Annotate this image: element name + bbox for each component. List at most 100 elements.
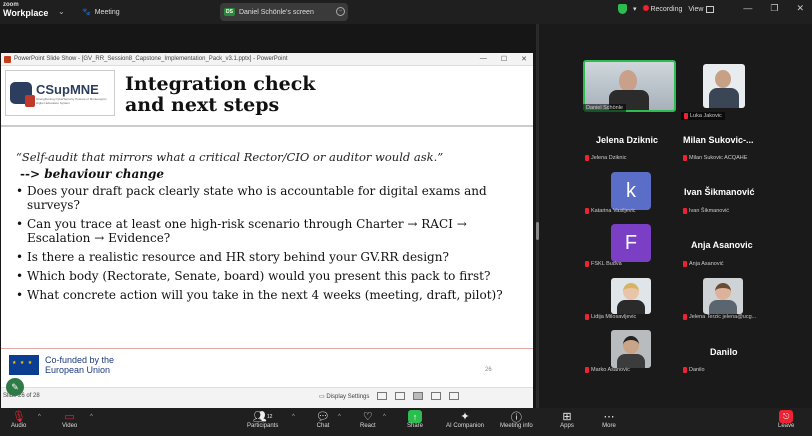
eu-line2: European Union: [45, 365, 111, 375]
slideshow-view-icon[interactable]: [431, 392, 442, 400]
mic-muted-icon: [585, 314, 589, 320]
participant-avatar[interactable]: k: [611, 172, 651, 210]
fit-slide-icon[interactable]: [449, 392, 460, 400]
pp-close-icon[interactable]: ✕: [521, 55, 527, 63]
participant-name: Luka Jakovic: [681, 112, 725, 120]
share-button[interactable]: ↑ Share: [407, 410, 423, 429]
pp-minimize-icon[interactable]: —: [480, 55, 487, 63]
person-body: [709, 300, 737, 314]
participant-name: Lidija Milosavljevic: [585, 314, 636, 320]
powerpoint-window: PowerPoint Slide Show - [GV_RR_Session8_…: [1, 53, 533, 408]
participant-name: Ivan Šikmanović: [683, 208, 729, 214]
tab-meeting[interactable]: 🐾 Meeting: [82, 5, 120, 19]
leave-label: Leave: [778, 423, 795, 429]
chevron-up-icon[interactable]: ^: [38, 414, 41, 420]
chat-button[interactable]: 💬︎ Chat: [316, 410, 330, 429]
react-label: React: [360, 423, 376, 429]
meeting-info-label: Meeting info: [500, 423, 533, 429]
sparkle-icon: ✦: [460, 411, 470, 423]
slide-title-line1: Integration check: [125, 73, 316, 95]
person-head: [623, 336, 639, 354]
mic-muted-icon: [585, 367, 589, 373]
recording-indicator[interactable]: Recording: [642, 5, 682, 13]
bullet-item: What concrete action will you take in th…: [16, 288, 521, 302]
normal-view-icon[interactable]: [377, 392, 388, 400]
share-screen-icon: ↑: [408, 410, 422, 423]
audio-button[interactable]: 🎙︎ Audio: [11, 410, 26, 429]
display-settings-label: Display Settings: [326, 393, 370, 400]
info-icon: ⓘ: [510, 411, 522, 424]
slide: CSupMNE Strengthening CyberSecurity Post…: [1, 66, 533, 387]
leave-button[interactable]: ⎋ Leave: [778, 410, 794, 429]
chevron-up-icon[interactable]: ^: [90, 414, 93, 420]
react-button[interactable]: ♡ React: [360, 410, 376, 429]
pen-icon[interactable]: ✎: [6, 378, 24, 396]
eu-cofunded-logo: Co-funded by the European Union: [9, 355, 114, 375]
participant-name-text: FSKL Budva: [591, 261, 622, 267]
participant-photo[interactable]: [703, 278, 743, 314]
tab-meeting-label: Meeting: [94, 8, 120, 16]
maximize-icon[interactable]: ❐: [770, 3, 778, 14]
reading-view-icon[interactable]: [413, 392, 424, 400]
paw-icon: 🐾: [82, 9, 91, 16]
lock-icon: [10, 82, 35, 107]
participant-name: Jelena Dziknic: [585, 155, 626, 161]
footer-divider: [1, 348, 533, 349]
minimize-icon[interactable]: —: [743, 3, 752, 14]
apps-label: Apps: [560, 423, 574, 429]
tab-shared-screen[interactable]: DS Daniel Schönle's screen −: [220, 3, 348, 21]
mic-muted-icon: [683, 208, 687, 214]
participants-count-icon: ▾: [633, 6, 637, 13]
participant-photo[interactable]: [611, 278, 651, 314]
participant-gallery: Daniel Schönle Luka Jakovic Jelena Dzikn…: [539, 24, 812, 408]
chevron-down-icon[interactable]: ⌄: [58, 7, 65, 16]
participant-tile[interactable]: Daniel Schönle: [583, 60, 683, 112]
participant-photo[interactable]: [611, 330, 651, 368]
top-bar: zoom Workplace ⌄ 🐾 Meeting DS Daniel Sch…: [0, 0, 812, 24]
person-head: [715, 283, 731, 300]
audio-label: Audio: [11, 423, 27, 429]
more-button[interactable]: ⋯ More: [602, 410, 616, 429]
close-icon[interactable]: −: [336, 7, 345, 16]
csupmne-logo: CSupMNE Strengthening CyberSecurity Post…: [5, 70, 115, 116]
participant-name: FSKL Budva: [585, 261, 622, 267]
person-head: [623, 283, 639, 300]
participants-button[interactable]: 👥︎ 12 Participants: [247, 410, 278, 429]
participants-label: Participants: [247, 423, 279, 429]
zoom-app: zoom Workplace ⌄ 🐾 Meeting DS Daniel Sch…: [0, 0, 812, 436]
meeting-info-button[interactable]: ⓘ Meeting info: [500, 410, 533, 430]
display-settings-button[interactable]: ▭ Display Settings: [319, 393, 369, 400]
mic-muted-icon: [585, 261, 589, 267]
slide-quote: “Self-audit that mirrors what a critical…: [16, 150, 444, 164]
tab-share-label: Daniel Schönle's screen: [238, 8, 314, 16]
participant-display-name: Jelena Dziknic: [596, 135, 659, 145]
video-button[interactable]: ▭ Video: [62, 410, 77, 429]
apps-button[interactable]: ⊞ Apps: [560, 410, 574, 429]
mic-muted-icon: [683, 367, 687, 373]
mic-muted-icon: [683, 155, 687, 161]
pp-maximize-icon[interactable]: ☐: [501, 55, 507, 63]
behaviour-text: behaviour change: [44, 167, 165, 181]
participant-name: Milan Sukovic ACQAHE: [683, 155, 747, 161]
meeting-toolbar: 🎙︎ Audio ^ ▭ Video ^ 👥︎ 12 Participants ^…: [0, 408, 812, 436]
participant-video: [703, 64, 745, 108]
zoom-logo: zoom Workplace: [3, 1, 48, 18]
participant-name-text: Jelena Terzic jelena@ucg...: [689, 314, 757, 320]
mic-muted-icon: 🎙︎: [11, 411, 26, 423]
share-badge: DS: [224, 8, 235, 16]
participant-display-name: Danilo: [710, 347, 738, 357]
close-window-icon[interactable]: ✕: [796, 3, 804, 14]
shield-icon[interactable]: [618, 4, 627, 14]
ai-companion-button[interactable]: ✦ AI Companion: [446, 410, 484, 429]
bullet-item: Which body (Rectorate, Senate, board) wo…: [16, 269, 521, 283]
participant-tile[interactable]: Luka Jakovic: [681, 64, 803, 120]
participant-avatar[interactable]: F: [611, 224, 651, 262]
chevron-up-icon[interactable]: ^: [292, 414, 295, 420]
person-body: [617, 354, 645, 368]
chevron-up-icon[interactable]: ^: [383, 414, 386, 420]
powerpoint-window-controls: — ☐ ✕: [480, 55, 527, 63]
view-button[interactable]: View: [688, 5, 715, 13]
slide-sorter-icon[interactable]: [395, 392, 406, 400]
chevron-up-icon[interactable]: ^: [338, 414, 341, 420]
slide-page-number: 26: [485, 367, 492, 373]
